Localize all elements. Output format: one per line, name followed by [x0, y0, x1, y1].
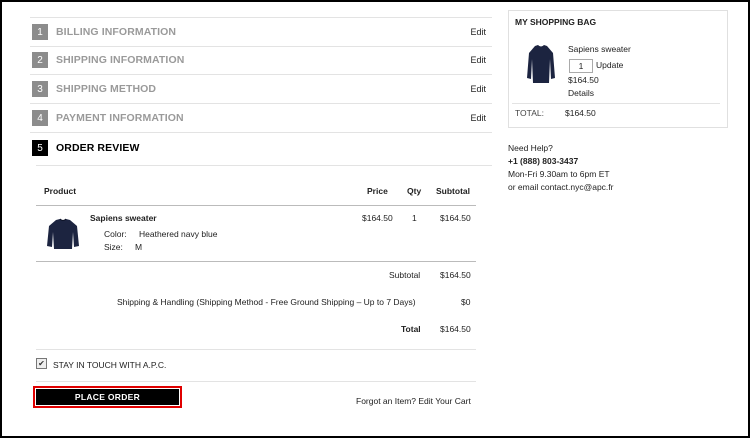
step-number: 3: [32, 81, 48, 97]
item-color-label: Color:: [104, 229, 127, 239]
col-header-product: Product: [44, 186, 77, 196]
total-label: Total: [401, 324, 421, 334]
edit-link[interactable]: Edit: [470, 84, 486, 94]
bag-divider: [512, 103, 720, 104]
step-label: PAYMENT INFORMATION: [56, 112, 184, 124]
item-qty: 1: [412, 213, 417, 223]
item-name[interactable]: Sapiens sweater: [90, 213, 157, 223]
header-divider: [36, 205, 476, 206]
help-title: Need Help?: [508, 143, 553, 153]
step-number: 2: [32, 52, 48, 68]
place-order-button[interactable]: PLACE ORDER: [33, 386, 182, 408]
subtotal-value: $164.50: [440, 270, 471, 280]
help-email[interactable]: or email contact.nyc@apc.fr: [508, 182, 613, 192]
check-icon: ✔: [38, 359, 45, 368]
step-label: SHIPPING METHOD: [56, 83, 157, 95]
step-shipping-method[interactable]: 3 SHIPPING METHOD Edit: [30, 75, 492, 104]
step-label: SHIPPING INFORMATION: [56, 54, 185, 66]
item-color-value: Heathered navy blue: [139, 229, 218, 239]
sweater-icon: [47, 218, 79, 249]
edit-link[interactable]: Edit: [470, 55, 486, 65]
bag-title: MY SHOPPING BAG: [515, 17, 597, 27]
step-shipping-info[interactable]: 2 SHIPPING INFORMATION Edit: [30, 46, 492, 75]
step-order-review: 5 ORDER REVIEW: [30, 134, 492, 162]
bag-item-name[interactable]: Sapiens sweater: [568, 44, 631, 54]
help-hours: Mon-Fri 9.30am to 6pm ET: [508, 169, 610, 179]
subtotal-label: Subtotal: [389, 270, 421, 280]
newsletter-label: STAY IN TOUCH WITH A.P.C.: [53, 360, 167, 370]
bag-total-value: $164.50: [565, 108, 596, 118]
bag-update-link[interactable]: Update: [596, 60, 623, 70]
step-number: 1: [32, 24, 48, 40]
newsletter-divider: [36, 381, 476, 382]
edit-link[interactable]: Edit: [470, 27, 486, 37]
bag-qty-input[interactable]: [569, 59, 593, 73]
col-header-qty: Qty: [407, 186, 422, 196]
item-price: $164.50: [362, 213, 393, 223]
step-billing[interactable]: 1 BILLING INFORMATION Edit: [30, 17, 492, 47]
step-payment[interactable]: 4 PAYMENT INFORMATION Edit: [30, 104, 492, 133]
shipping-label: Shipping & Handling (Shipping Method - F…: [117, 297, 416, 307]
step-label: BILLING INFORMATION: [56, 26, 177, 38]
item-size-label: Size:: [104, 242, 123, 252]
item-subtotal: $164.50: [440, 213, 471, 223]
sweater-icon: [527, 45, 555, 83]
step-label: ORDER REVIEW: [56, 142, 140, 154]
edit-link[interactable]: Edit: [470, 113, 486, 123]
item-size-value: M: [135, 242, 143, 252]
totals-divider: [36, 349, 476, 350]
col-header-price: Price: [367, 186, 388, 196]
divider: [36, 165, 492, 166]
bag-details-link[interactable]: Details: [568, 88, 594, 98]
newsletter-checkbox[interactable]: ✔: [36, 358, 47, 369]
bag-item-price: $164.50: [568, 75, 599, 85]
help-phone[interactable]: +1 (888) 803-3437: [508, 156, 578, 166]
shipping-value: $0: [461, 297, 471, 307]
total-value: $164.50: [440, 324, 471, 334]
step-number: 5: [32, 140, 48, 156]
col-header-subtotal: Subtotal: [436, 186, 470, 196]
item-divider: [36, 261, 476, 262]
edit-cart-link[interactable]: Forgot an Item? Edit Your Cart: [356, 396, 471, 406]
bag-total-label: TOTAL:: [515, 108, 544, 118]
step-number: 4: [32, 110, 48, 126]
